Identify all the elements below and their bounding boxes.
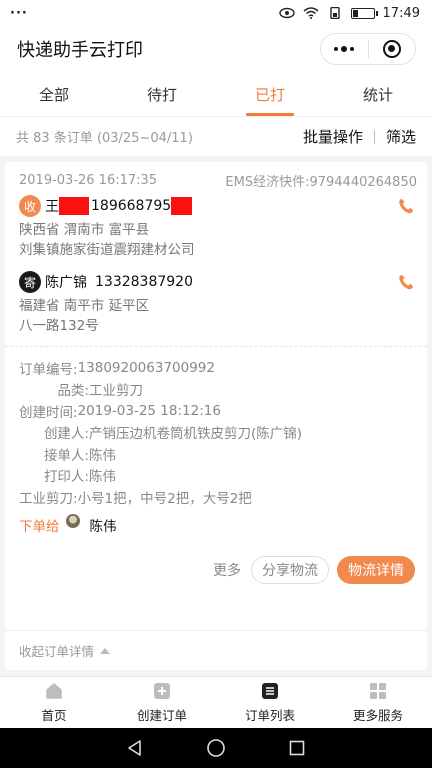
page-title: 快递助手云打印	[17, 40, 143, 61]
collapse-details-toggle[interactable]: 收起订单详情	[5, 630, 427, 670]
grid-icon	[370, 683, 386, 699]
assigned-to: 下单给 陈伟	[19, 510, 415, 540]
tab-all[interactable]: 全部	[0, 72, 108, 116]
system-navigation-bar	[0, 728, 432, 768]
order-taker-value: 陈伟	[89, 447, 116, 464]
parties: 收 王 189668795 陕西省 渭南市 富平县 刘集镇施家街道震翔建材公司 …	[5, 192, 427, 336]
more-menu-button[interactable]	[321, 34, 368, 64]
order-details: 订单编号: 1380920063700992 品类: 工业剪刀 创建时间: 20…	[5, 347, 427, 540]
avatar	[65, 513, 80, 528]
bottom-tab-bar: 首页 创建订单 订单列表 更多服务	[0, 676, 432, 728]
receiver-name: 王	[45, 199, 59, 215]
phone-icon[interactable]	[397, 197, 415, 215]
detail-category: 品类: 工业剪刀	[19, 379, 415, 401]
home-circle-icon[interactable]	[206, 738, 226, 758]
summary-actions: 批量操作 筛选	[303, 126, 416, 147]
batch-operation-button[interactable]: 批量操作	[303, 126, 363, 147]
status-time: 17:49	[382, 5, 420, 21]
order-datetime: 2019-03-26 16:17:35	[19, 172, 158, 188]
eye-icon	[278, 7, 295, 19]
sender-row: 寄 陈广锦 13328387920	[19, 268, 415, 296]
creator-value: 产销压边机卷筒机铁皮剪刀(陈广锦)	[89, 426, 303, 443]
detail-created: 创建时间: 2019-03-25 18:12:16	[19, 402, 221, 421]
order-card: 2019-03-26 16:17:35 EMS经济快件:979444026485…	[0, 162, 432, 670]
sender-block: 寄 陈广锦 13328387920 福建省 南平市 延平区 八一路132号	[19, 268, 415, 336]
redaction-mark	[171, 197, 193, 215]
status-dots: ···	[10, 5, 28, 21]
order-actions: 更多 分享物流 物流详情	[5, 555, 427, 584]
status-icons: 17:49	[278, 5, 420, 21]
logistics-detail-button[interactable]: 物流详情	[337, 555, 415, 584]
target-icon	[382, 40, 401, 58]
close-mini-program-button[interactable]	[369, 34, 416, 64]
assigned-name: 陈伟	[89, 518, 117, 535]
sender-name: 陈广锦	[45, 275, 87, 291]
detail-note: 工业剪刀:小号1把，中号2把，大号2把	[19, 486, 415, 508]
more-dots-icon	[334, 46, 355, 52]
receiver-row: 收 王 189668795	[19, 192, 415, 220]
sender-street: 八一路132号	[19, 318, 99, 334]
detail-creator: 创建人: 产销压边机卷筒机铁皮剪刀(陈广锦)	[19, 422, 415, 444]
collapse-label: 收起订单详情	[19, 644, 95, 659]
list-icon	[262, 683, 278, 699]
recents-icon[interactable]	[288, 739, 306, 757]
home-icon	[46, 683, 62, 699]
tabbar-create-order[interactable]: 创建订单	[108, 677, 216, 728]
order-tabs: 全部 待打 已打 统计	[0, 72, 432, 116]
redaction-mark	[59, 197, 89, 215]
sender-phone: 13328387920	[95, 274, 193, 290]
tabbar-order-list[interactable]: 订单列表	[216, 677, 324, 728]
battery-icon	[350, 7, 378, 19]
receiver-badge: 收	[19, 195, 41, 217]
sim-icon	[329, 7, 340, 19]
receiver-region: 陕西省 渭南市 富平县	[19, 222, 150, 238]
order-card-header: 2019-03-26 16:17:35 EMS经济快件:979444026485…	[5, 162, 427, 192]
sender-badge: 寄	[19, 271, 41, 293]
wifi-icon	[303, 7, 319, 19]
tab-printed[interactable]: 已打	[216, 72, 324, 116]
caret-up-icon	[100, 647, 111, 654]
item-note: 工业剪刀:小号1把，中号2把，大号2把	[19, 490, 252, 507]
filter-button[interactable]: 筛选	[386, 126, 416, 147]
tab-stats[interactable]: 统计	[324, 72, 432, 116]
category-value: 工业剪刀	[89, 383, 143, 400]
tabbar-home[interactable]: 首页	[0, 677, 108, 728]
detail-printer: 打印人: 陈伟	[19, 465, 415, 487]
detail-order-no: 订单编号: 1380920063700992	[19, 359, 215, 378]
summary-bar: 共 83 条订单 (03/25~04/11) 批量操作 筛选	[0, 116, 432, 156]
receiver-street: 刘集镇施家街道震翔建材公司	[19, 242, 195, 258]
printer-value: 陈伟	[89, 469, 116, 486]
phone-icon[interactable]	[397, 273, 415, 291]
tab-pending[interactable]: 待打	[108, 72, 216, 116]
sender-region: 福建省 南平市 延平区	[19, 298, 150, 314]
assigned-label: 下单给	[19, 518, 60, 535]
share-logistics-button[interactable]: 分享物流	[251, 555, 329, 584]
tabbar-more-services[interactable]: 更多服务	[324, 677, 432, 728]
nav-bar: 快递助手云打印	[0, 26, 432, 72]
receiver-phone: 189668795	[91, 198, 172, 214]
order-number: 1380920063700992	[77, 359, 215, 376]
status-bar: ··· 17:49	[0, 0, 432, 26]
receiver-block: 收 王 189668795 陕西省 渭南市 富平县 刘集镇施家街道震翔建材公司	[19, 192, 415, 260]
carrier-tracking: EMS经济快件:9794440264850	[225, 174, 417, 190]
divider	[0, 341, 432, 353]
back-icon[interactable]	[126, 739, 144, 757]
add-square-icon	[154, 683, 170, 699]
created-time: 2019-03-25 18:12:16	[77, 402, 221, 419]
order-count: 共 83 条订单 (03/25~04/11)	[16, 131, 193, 146]
detail-receiver: 接单人: 陈伟	[19, 443, 415, 465]
mini-program-capsule	[320, 33, 416, 65]
more-button[interactable]: 更多	[213, 560, 241, 580]
